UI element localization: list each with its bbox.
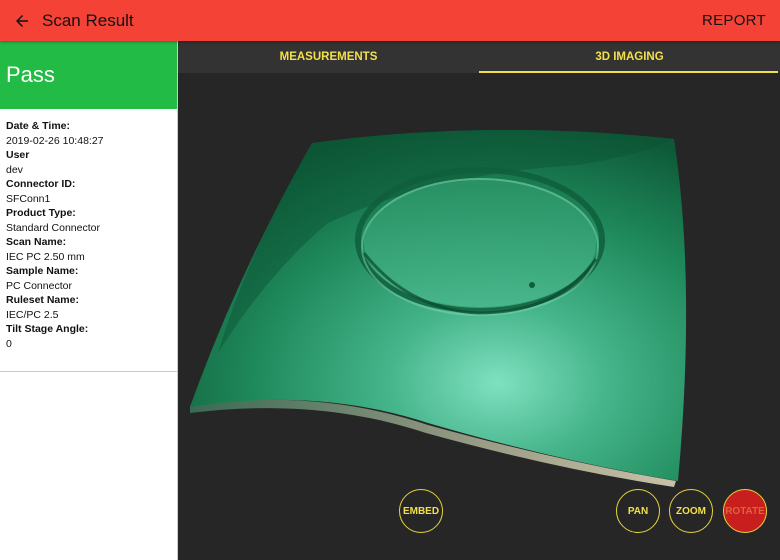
- detail-label: Product Type:: [6, 207, 76, 219]
- detail-label: User: [6, 149, 30, 161]
- view-tabs: MEASUREMENTS 3D IMAGING: [178, 41, 780, 73]
- tab-3d-imaging[interactable]: 3D IMAGING: [479, 41, 780, 73]
- panel-divider: [0, 371, 177, 372]
- report-button[interactable]: REPORT: [702, 0, 766, 41]
- detail-value: 0: [6, 337, 12, 350]
- 3d-viewport[interactable]: EMBED PAN ZOOM ROTATE: [178, 73, 780, 560]
- detail-value: 2019-02-26 10:48:27: [6, 134, 104, 147]
- pan-button[interactable]: PAN: [616, 489, 660, 533]
- embed-button[interactable]: EMBED: [399, 489, 443, 533]
- detail-label: Sample Name:: [6, 265, 79, 277]
- rotate-button[interactable]: ROTATE: [723, 489, 767, 533]
- 3d-surface-render: [190, 129, 687, 487]
- detail-value: PC Connector: [6, 279, 72, 292]
- result-panel: Pass Date & Time: 2019-02-26 10:48:27 Us…: [0, 41, 178, 560]
- detail-label: Tilt Stage Angle:: [6, 323, 89, 335]
- zoom-button[interactable]: ZOOM: [669, 489, 713, 533]
- detail-label: Scan Name:: [6, 236, 67, 248]
- page-title: Scan Result: [42, 10, 134, 30]
- back-button[interactable]: [2, 0, 42, 41]
- detail-value: IEC/PC 2.5: [6, 308, 59, 321]
- detail-label: Connector ID:: [6, 178, 76, 190]
- tab-measurements[interactable]: MEASUREMENTS: [178, 41, 479, 73]
- detail-label: Ruleset Name:: [6, 294, 79, 306]
- scan-details: Date & Time: 2019-02-26 10:48:27 User de…: [0, 109, 177, 351]
- detail-label: Date & Time:: [6, 120, 70, 132]
- app-bar: Scan Result REPORT: [0, 0, 780, 41]
- status-text: Pass: [6, 62, 55, 87]
- arrow-left-icon: [16, 14, 28, 27]
- detail-value: IEC PC 2.50 mm: [6, 250, 85, 263]
- detail-value: Standard Connector: [6, 221, 100, 234]
- detail-value: SFConn1: [6, 192, 51, 205]
- status-banner: Pass: [0, 41, 177, 109]
- detail-value: dev: [6, 163, 23, 176]
